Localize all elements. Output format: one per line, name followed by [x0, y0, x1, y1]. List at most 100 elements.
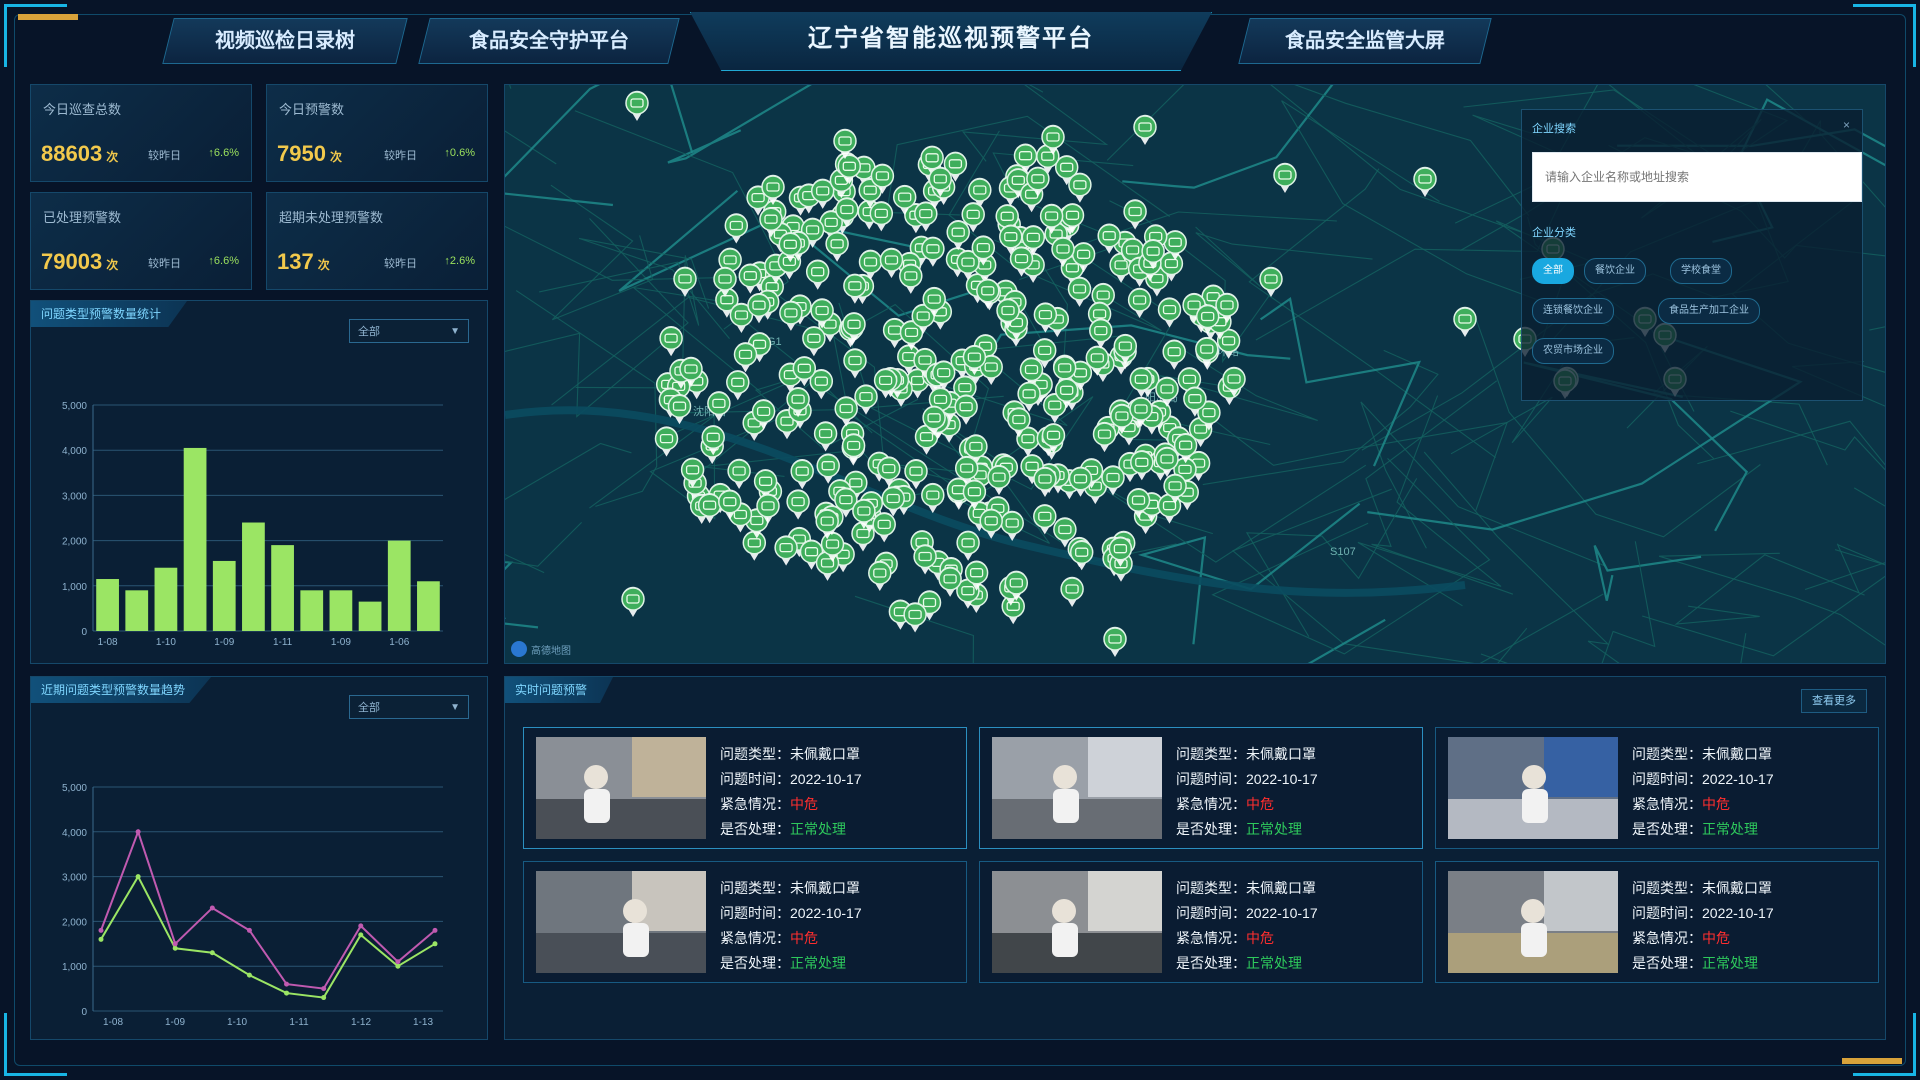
- map-pin-circle: [1133, 115, 1157, 139]
- alert-thumbnail[interactable]: [1448, 871, 1618, 973]
- tab-food-safety-screen[interactable]: 食品安全监管大屏: [1238, 18, 1492, 64]
- map-pin-icon[interactable]: [790, 458, 814, 490]
- map-pin-circle: [1017, 382, 1041, 406]
- map-pin-icon[interactable]: [1413, 166, 1437, 197]
- map-pin-circle: [1155, 377, 1179, 401]
- alert-card[interactable]: 问题类型：未佩戴口罩 问题时间：2022-10-17 紧急情况：中危 是否处理：正常处…: [523, 727, 967, 849]
- map-pin-icon[interactable]: [825, 231, 849, 262]
- chip-farmers-market[interactable]: 农贸市场企业: [1532, 338, 1614, 364]
- alert-thumbnail[interactable]: [536, 871, 706, 973]
- map-pin-icon[interactable]: [724, 213, 749, 244]
- map-pin-icon[interactable]: [899, 263, 923, 294]
- map-pin-circle: [1108, 536, 1133, 561]
- alert-time-value: 2022-10-17: [1246, 905, 1318, 921]
- map-pin-icon[interactable]: [1127, 287, 1152, 318]
- map-pin-icon[interactable]: [813, 421, 838, 452]
- alert-thumbnail[interactable]: [992, 737, 1162, 839]
- line-point: [246, 972, 252, 978]
- alert-card[interactable]: 问题类型：未佩戴口罩 问题时间：2022-10-17 紧急情况：中危 是否处理：正常处…: [979, 727, 1423, 849]
- map-pin-icon[interactable]: [1068, 172, 1092, 203]
- map-pin-icon[interactable]: [659, 325, 683, 357]
- alert-status-row: 是否处理：正常处理: [1176, 817, 1318, 842]
- map-pin-icon[interactable]: [1033, 504, 1057, 535]
- enterprise-map[interactable]: 阳岛岛G1501S107G1环路沈阳西 企业搜索 × 企业分类 全部 餐饮企业 …: [504, 84, 1886, 664]
- map-pin-icon[interactable]: [946, 219, 970, 251]
- map-pin-icon[interactable]: [868, 560, 892, 591]
- close-icon[interactable]: ×: [1843, 118, 1850, 132]
- page-title: 辽宁省智能巡视预警平台: [690, 12, 1212, 71]
- map-pin-icon[interactable]: [921, 236, 945, 267]
- map-pin-circle: [1069, 540, 1094, 564]
- map-pin-circle: [1129, 367, 1154, 392]
- map-pin-circle: [921, 483, 945, 507]
- alert-type-label: 问题类型：: [1176, 880, 1246, 896]
- map-pin-icon[interactable]: [786, 489, 810, 520]
- map-pin-icon[interactable]: [802, 326, 826, 357]
- chip-food-processing[interactable]: 食品生产加工企业: [1658, 298, 1760, 324]
- map-pin-icon[interactable]: [843, 348, 867, 379]
- map-pin-icon[interactable]: [779, 300, 803, 331]
- map-pin-icon[interactable]: [805, 259, 830, 290]
- alert-card[interactable]: 问题类型：未佩戴口罩 问题时间：2022-10-17 紧急情况：中危 是否处理：正常处…: [1435, 861, 1879, 983]
- map-pin-icon[interactable]: [881, 486, 905, 517]
- alert-type-label: 问题类型：: [1632, 880, 1702, 896]
- map-pin-icon[interactable]: [733, 342, 758, 373]
- map-pin-icon[interactable]: [872, 512, 896, 543]
- map-pin-circle: [1009, 246, 1034, 271]
- map-pin-icon[interactable]: [976, 278, 1000, 309]
- chip-chain-restaurant[interactable]: 连锁餐饮企业: [1532, 298, 1614, 324]
- map-pin-icon[interactable]: [742, 530, 767, 561]
- tab-food-safety-guard[interactable]: 食品安全守护平台: [418, 18, 680, 64]
- map-pin-icon[interactable]: [625, 90, 649, 121]
- alert-card[interactable]: 问题类型：未佩戴口罩 问题时间：2022-10-17 紧急情况：中危 是否处理：正常处…: [1435, 727, 1879, 849]
- alert-thumbnail[interactable]: [992, 871, 1162, 973]
- alert-time-label: 问题时间：: [1632, 771, 1702, 787]
- map-pin-icon[interactable]: [879, 247, 904, 278]
- chip-restaurant[interactable]: 餐饮企业: [1584, 258, 1646, 284]
- map-pin-icon[interactable]: [654, 426, 679, 457]
- map-pin-icon[interactable]: [956, 530, 980, 561]
- map-pin-icon[interactable]: [1089, 318, 1113, 349]
- chip-all[interactable]: 全部: [1532, 258, 1574, 284]
- map-pin-icon[interactable]: [1133, 114, 1157, 145]
- map-pin-icon[interactable]: [841, 433, 866, 464]
- map-pin-icon[interactable]: [1162, 339, 1186, 370]
- map-pin-icon[interactable]: [1123, 199, 1147, 230]
- map-pin-icon[interactable]: [903, 602, 927, 633]
- view-more-button[interactable]: 查看更多: [1801, 689, 1867, 713]
- map-pin-icon[interactable]: [1033, 466, 1057, 497]
- alert-thumbnail[interactable]: [1448, 737, 1618, 839]
- map-pin-icon[interactable]: [1130, 450, 1154, 481]
- person-body: [1521, 923, 1547, 957]
- enterprise-search-input[interactable]: [1532, 152, 1862, 202]
- tab-video-inspection[interactable]: 视频巡检日录树: [162, 18, 408, 64]
- map-pin-icon[interactable]: [738, 263, 763, 294]
- map-pin-icon[interactable]: [1067, 276, 1092, 307]
- map-pin-icon[interactable]: [1060, 576, 1084, 607]
- map-pin-icon[interactable]: [869, 201, 894, 232]
- map-pin-icon[interactable]: [1157, 297, 1182, 328]
- map-pin-icon[interactable]: [1273, 162, 1297, 193]
- map-pin-icon[interactable]: [1069, 539, 1094, 571]
- map-pin-circle: [1113, 334, 1138, 358]
- map-pin-icon[interactable]: [1259, 266, 1283, 297]
- map-pin-icon[interactable]: [726, 370, 750, 401]
- alert-thumbnail[interactable]: [536, 737, 706, 839]
- chip-school-canteen[interactable]: 学校食堂: [1670, 258, 1732, 284]
- alert-card[interactable]: 问题类型：未佩戴口罩 问题时间：2022-10-17 紧急情况：中危 是否处理：正常处…: [523, 861, 967, 983]
- map-pin-icon[interactable]: [921, 482, 945, 514]
- map-pin-icon[interactable]: [621, 586, 645, 617]
- map-pin-icon[interactable]: [774, 535, 798, 566]
- map-pin-icon[interactable]: [1195, 336, 1219, 368]
- map-pin-icon[interactable]: [854, 384, 878, 415]
- map-pin-circle: [742, 531, 767, 555]
- map-pin-icon[interactable]: [727, 458, 751, 489]
- line-point: [284, 981, 290, 987]
- map-pin-icon[interactable]: [987, 464, 1011, 496]
- map-pin-icon[interactable]: [1092, 421, 1117, 453]
- alert-type-row: 问题类型：未佩戴口罩: [720, 876, 862, 901]
- map-pin-icon[interactable]: [1453, 306, 1477, 337]
- person-head: [1052, 899, 1076, 923]
- alert-card[interactable]: 问题类型：未佩戴口罩 问题时间：2022-10-17 紧急情况：中危 是否处理：正常处…: [979, 861, 1423, 983]
- map-pin-icon[interactable]: [1103, 626, 1127, 657]
